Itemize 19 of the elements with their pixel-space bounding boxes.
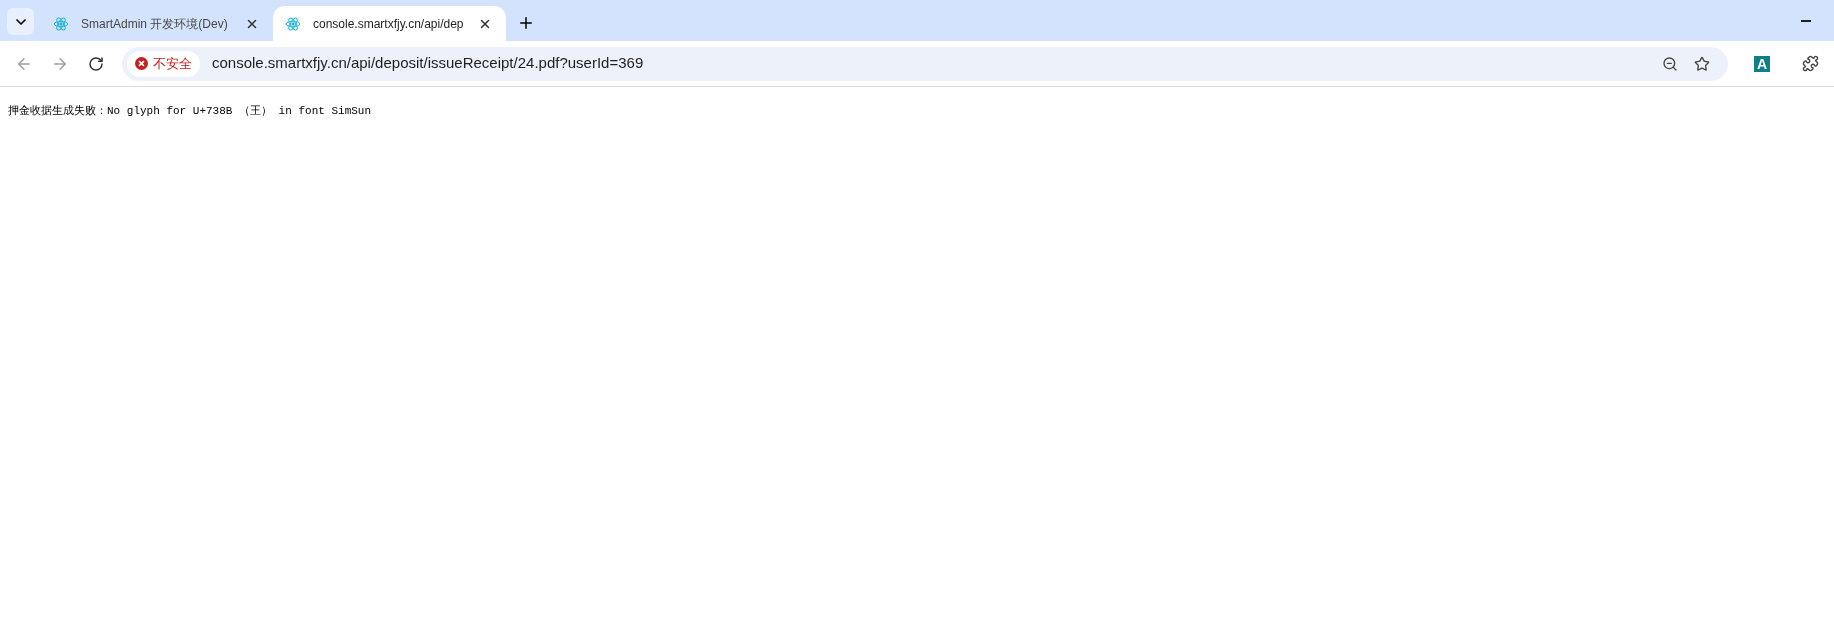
url-text: console.smartxfjy.cn/api/deposit/issueReceipt/24.pdf?userId=369 <box>212 53 644 74</box>
minimize-icon <box>1801 20 1811 22</box>
security-label: 不安全 <box>153 54 192 73</box>
star-icon <box>1694 55 1710 72</box>
error-icon <box>135 57 148 70</box>
security-chip[interactable]: 不安全 <box>127 50 200 77</box>
tab-title: console.smartxfjy.cn/api/dep <box>313 15 464 33</box>
error-message: 押金收据生成失败：No glyph for U+738B （王） in font SimSun <box>8 105 372 117</box>
tab-search-button[interactable] <box>7 8 34 35</box>
puzzle-icon <box>1801 55 1819 72</box>
atom-icon <box>53 15 69 32</box>
browser-tab[interactable]: console.smartxfjy.cn/api/dep <box>273 6 506 41</box>
address-bar[interactable]: 不安全 console.smartxfjy.cn/api/deposit/issueReceipt/24.pdf?userId=369 <box>122 46 1728 81</box>
extension-button[interactable]: A <box>1754 55 1770 72</box>
atom-icon <box>285 15 301 32</box>
zoom-out-icon <box>1662 55 1678 72</box>
browser-tab[interactable]: SmartAdmin 开发环境(Dev) <box>41 6 273 41</box>
tab-title: SmartAdmin 开发环境(Dev) <box>81 15 229 33</box>
reload-icon <box>88 55 104 72</box>
